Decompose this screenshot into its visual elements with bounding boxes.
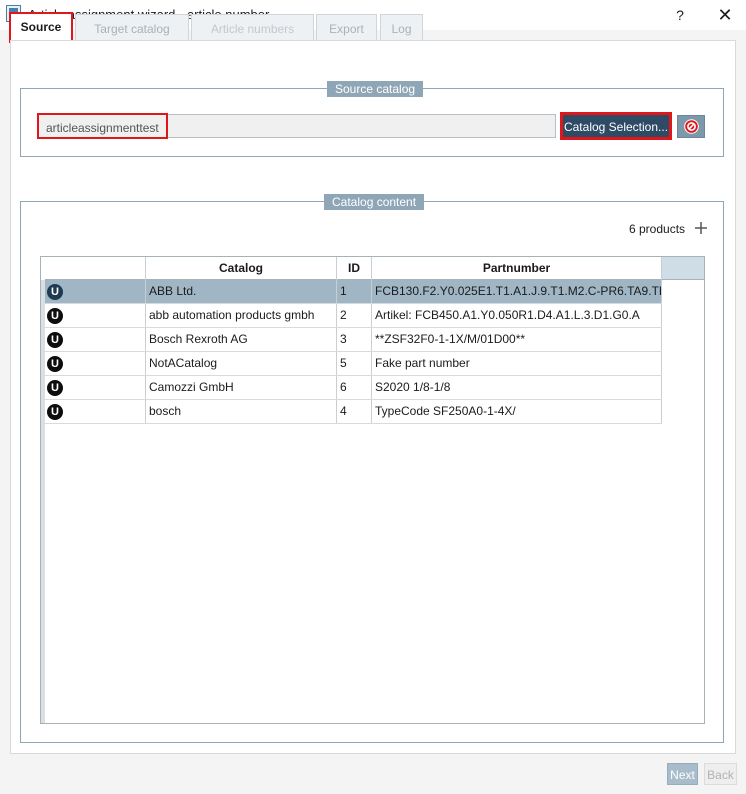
catalog-table: Catalog ID Partnumber U ABB Ltd. 1 FCB13… — [40, 256, 705, 724]
tab-export[interactable]: Export — [316, 14, 377, 42]
product-count: 6 products — [629, 222, 686, 236]
clear-catalog-button[interactable] — [677, 115, 705, 138]
next-button[interactable]: Next — [667, 763, 698, 785]
row-id: 5 — [337, 352, 372, 375]
source-catalog-legend: Source catalog — [327, 81, 424, 97]
table-row[interactable]: U Camozzi GmbH 6 S2020 1/8-1/8 — [45, 376, 662, 400]
table-row[interactable]: U abb automation products gmbh 2 Artikel… — [45, 304, 662, 328]
row-id: 3 — [337, 328, 372, 351]
row-icon-cell: U — [45, 304, 146, 327]
row-catalog: ABB Ltd. — [146, 280, 337, 303]
row-partnumber: Fake part number — [372, 352, 662, 375]
row-catalog: NotACatalog — [146, 352, 337, 375]
column-header-id[interactable]: ID — [337, 257, 372, 280]
u-status-icon: U — [47, 284, 63, 300]
row-partnumber: Artikel: FCB450.A1.Y0.050R1.D4.A1.L.3.D1… — [372, 304, 662, 327]
table-row[interactable]: U bosch 4 TypeCode SF250A0-1-4X/ — [45, 400, 662, 424]
catalog-content-legend: Catalog content — [324, 194, 425, 210]
row-icon-cell: U — [45, 352, 146, 375]
table-row[interactable]: U ABB Ltd. 1 FCB130.F2.Y0.025E1.T1.A1.J.… — [45, 280, 662, 304]
table-row[interactable]: U NotACatalog 5 Fake part number — [45, 352, 662, 376]
row-icon-cell: U — [45, 376, 146, 399]
table-row[interactable]: U Bosch Rexroth AG 3 **ZSF32F0-1-1X/M/01… — [45, 328, 662, 352]
column-header-filler — [662, 257, 704, 279]
row-icon-cell: U — [45, 400, 146, 423]
tab-article-numbers[interactable]: Article numbers — [191, 14, 314, 42]
tab-source[interactable]: Source — [9, 12, 73, 43]
clear-icon — [684, 119, 699, 134]
row-partnumber: S2020 1/8-1/8 — [372, 376, 662, 399]
row-id: 4 — [337, 400, 372, 423]
back-button[interactable]: Back — [704, 763, 737, 785]
table-header: Catalog ID Partnumber — [45, 257, 704, 280]
row-catalog: abb automation products gmbh — [146, 304, 337, 327]
row-id: 1 — [337, 280, 372, 303]
plus-icon[interactable] — [694, 221, 708, 235]
row-catalog: bosch — [146, 400, 337, 423]
u-status-icon: U — [47, 404, 63, 420]
u-status-icon: U — [47, 380, 63, 396]
u-status-icon: U — [47, 308, 63, 324]
tab-log[interactable]: Log — [380, 14, 423, 42]
row-icon-cell: U — [45, 280, 146, 303]
column-header-catalog[interactable]: Catalog — [146, 257, 337, 280]
row-icon-cell: U — [45, 328, 146, 351]
row-partnumber: **ZSF32F0-1-1X/M/01D00** — [372, 328, 662, 351]
catalog-selection-button[interactable]: Catalog Selection... — [560, 112, 672, 140]
row-partnumber: TypeCode SF250A0-1-4X/ — [372, 400, 662, 423]
u-status-icon: U — [47, 356, 63, 372]
column-header-icon[interactable] — [45, 257, 146, 280]
source-catalog-value: articleassignmenttest — [37, 113, 168, 139]
column-header-partnumber[interactable]: Partnumber — [372, 257, 662, 280]
row-catalog: Camozzi GmbH — [146, 376, 337, 399]
close-button[interactable]: ✕ — [704, 0, 746, 30]
row-catalog: Bosch Rexroth AG — [146, 328, 337, 351]
help-button[interactable]: ? — [659, 0, 701, 30]
row-partnumber: FCB130.F2.Y0.025E1.T1.A1.J.9.T1.M2.C-PR6… — [372, 280, 662, 303]
tab-target-catalog[interactable]: Target catalog — [75, 14, 189, 42]
row-id: 2 — [337, 304, 372, 327]
u-status-icon: U — [47, 332, 63, 348]
row-id: 6 — [337, 376, 372, 399]
catalog-selection-label: Catalog Selection... — [563, 115, 669, 137]
